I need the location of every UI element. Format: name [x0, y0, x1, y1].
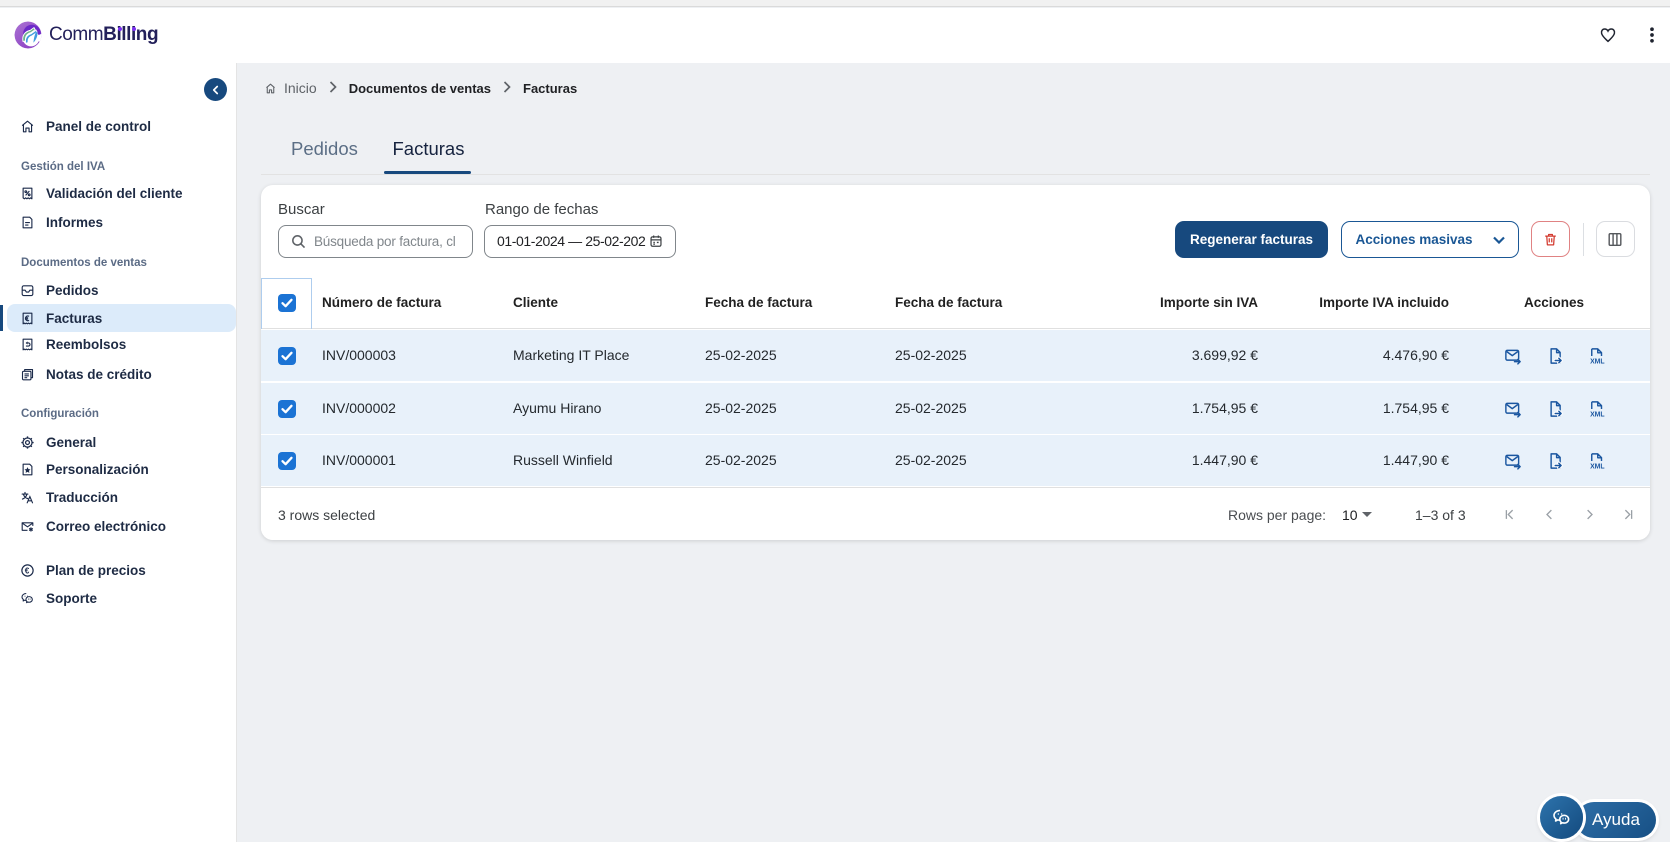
svg-text:€: € — [25, 566, 30, 575]
